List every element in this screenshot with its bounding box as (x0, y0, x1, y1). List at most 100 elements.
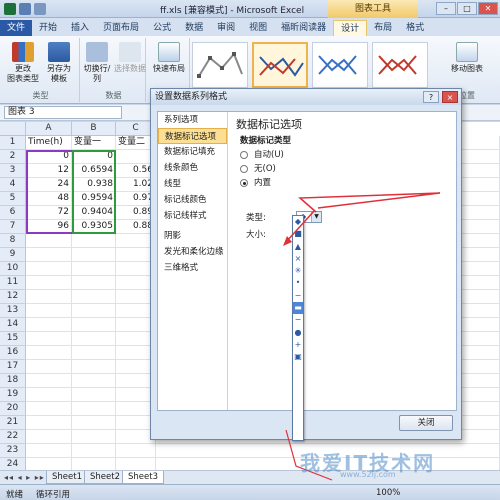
marker-option[interactable]: × (293, 253, 303, 265)
table-cell[interactable] (26, 374, 72, 388)
table-cell[interactable] (26, 416, 72, 430)
sheet-nav-arrows[interactable]: ◂◂ ◂ ▸ ▸▸ (4, 473, 45, 482)
row-header[interactable]: 15 (0, 332, 26, 346)
row-header[interactable]: 9 (0, 248, 26, 262)
column-header-a[interactable]: A (26, 122, 72, 136)
chart-style-3[interactable] (312, 42, 368, 88)
category-item[interactable]: 标记线样式 (158, 208, 227, 224)
row-header[interactable]: 16 (0, 346, 26, 360)
undo-icon[interactable] (34, 3, 46, 15)
tab-11[interactable]: 格式 (399, 20, 431, 36)
row-header[interactable]: 14 (0, 318, 26, 332)
table-cell[interactable] (72, 276, 116, 290)
table-cell[interactable] (72, 248, 116, 262)
table-cell[interactable] (72, 458, 116, 470)
category-item[interactable]: 标记线颜色 (158, 192, 227, 208)
excel-icon[interactable] (4, 3, 16, 15)
table-cell[interactable] (26, 402, 72, 416)
chevron-down-icon[interactable]: ▼ (311, 212, 321, 222)
select-all-corner[interactable] (0, 122, 26, 136)
tab-9[interactable]: 设计 (333, 20, 368, 36)
row-header[interactable]: 1 (0, 136, 26, 150)
marker-type-radio[interactable]: 无(O) (232, 162, 454, 176)
table-cell[interactable] (26, 262, 72, 276)
close-button[interactable]: 关闭 (399, 415, 453, 431)
marker-option[interactable]: ● (293, 327, 303, 339)
row-header[interactable]: 20 (0, 402, 26, 416)
tab-3[interactable]: 页面布局 (96, 20, 146, 36)
move-chart-button[interactable]: 移动图表 (440, 42, 494, 74)
zoom-level[interactable]: 100% (376, 488, 400, 498)
table-cell[interactable]: 变量一 (72, 136, 116, 150)
sheet-tab-1[interactable]: Sheet1 (46, 471, 88, 484)
table-cell[interactable] (72, 290, 116, 304)
quick-layout-button[interactable]: 快速布局 (150, 42, 188, 74)
column-header-b[interactable]: B (72, 122, 116, 136)
table-cell[interactable] (26, 290, 72, 304)
table-cell[interactable] (26, 360, 72, 374)
sheet-tab-2[interactable]: Sheet2 (84, 471, 126, 484)
category-item[interactable]: 系列选项 (158, 112, 227, 128)
marker-option[interactable]: − (293, 290, 303, 302)
row-header[interactable]: 4 (0, 178, 26, 192)
row-header[interactable]: 12 (0, 290, 26, 304)
select-data-button[interactable]: 选择数据 (114, 42, 146, 74)
row-header[interactable]: 5 (0, 192, 26, 206)
minimize-button[interactable]: – (436, 2, 456, 15)
row-header[interactable]: 8 (0, 234, 26, 248)
tab-10[interactable]: 布局 (367, 20, 399, 36)
marker-option[interactable]: ▣ (293, 351, 303, 363)
category-item[interactable]: 三维格式 (158, 260, 227, 276)
table-cell[interactable] (72, 430, 116, 444)
category-item[interactable]: 线条颜色 (158, 160, 227, 176)
table-cell[interactable] (72, 360, 116, 374)
save-icon[interactable] (19, 3, 31, 15)
row-header[interactable]: 23 (0, 444, 26, 458)
row-header[interactable]: 6 (0, 206, 26, 220)
row-header[interactable]: 19 (0, 388, 26, 402)
maximize-button[interactable]: □ (457, 2, 477, 15)
table-cell[interactable] (26, 332, 72, 346)
table-cell[interactable] (26, 346, 72, 360)
table-cell[interactable] (72, 402, 116, 416)
tab-7[interactable]: 视图 (242, 20, 274, 36)
table-cell[interactable] (72, 346, 116, 360)
tab-0[interactable]: 文件 (0, 20, 33, 36)
category-item[interactable]: 阴影 (158, 228, 227, 244)
tab-4[interactable]: 公式 (146, 20, 178, 36)
marker-option[interactable]: • (293, 277, 303, 289)
row-header[interactable]: 22 (0, 430, 26, 444)
table-cell[interactable] (72, 332, 116, 346)
switch-row-column-button[interactable]: 切换行/列 (82, 42, 112, 84)
name-box[interactable]: 图表 3 (4, 106, 122, 119)
table-cell[interactable] (26, 276, 72, 290)
tab-2[interactable]: 插入 (64, 20, 96, 36)
marker-option[interactable]: ▬ (293, 302, 303, 315)
marker-option[interactable]: ◆ (293, 216, 303, 228)
marker-option[interactable]: + (293, 339, 303, 351)
table-cell[interactable] (26, 388, 72, 402)
radio-dot[interactable] (240, 179, 248, 187)
tab-6[interactable]: 审阅 (210, 20, 242, 36)
sheet-tab-3[interactable]: Sheet3 (122, 471, 164, 484)
table-cell[interactable] (72, 262, 116, 276)
row-header[interactable]: 18 (0, 374, 26, 388)
row-header[interactable]: 24 (0, 458, 26, 470)
close-window-button[interactable]: ✕ (478, 2, 498, 15)
category-item[interactable]: 发光和柔化边缘 (158, 244, 227, 260)
table-cell[interactable] (72, 234, 116, 248)
chart-style-2[interactable] (252, 42, 308, 88)
table-cell[interactable] (72, 304, 116, 318)
category-item[interactable]: 数据标记填充 (158, 144, 227, 160)
dialog-close-icon[interactable]: × (442, 91, 458, 103)
table-cell[interactable] (72, 388, 116, 402)
table-cell[interactable] (116, 458, 156, 470)
table-cell[interactable] (26, 458, 72, 470)
marker-option[interactable]: ▲ (293, 241, 303, 253)
table-cell[interactable] (72, 374, 116, 388)
row-header[interactable]: 21 (0, 416, 26, 430)
marker-type-radio[interactable]: 内置 (232, 176, 454, 190)
table-cell[interactable] (116, 444, 156, 458)
table-cell[interactable] (26, 318, 72, 332)
change-chart-type-button[interactable]: 更改 图表类型 (6, 42, 40, 84)
